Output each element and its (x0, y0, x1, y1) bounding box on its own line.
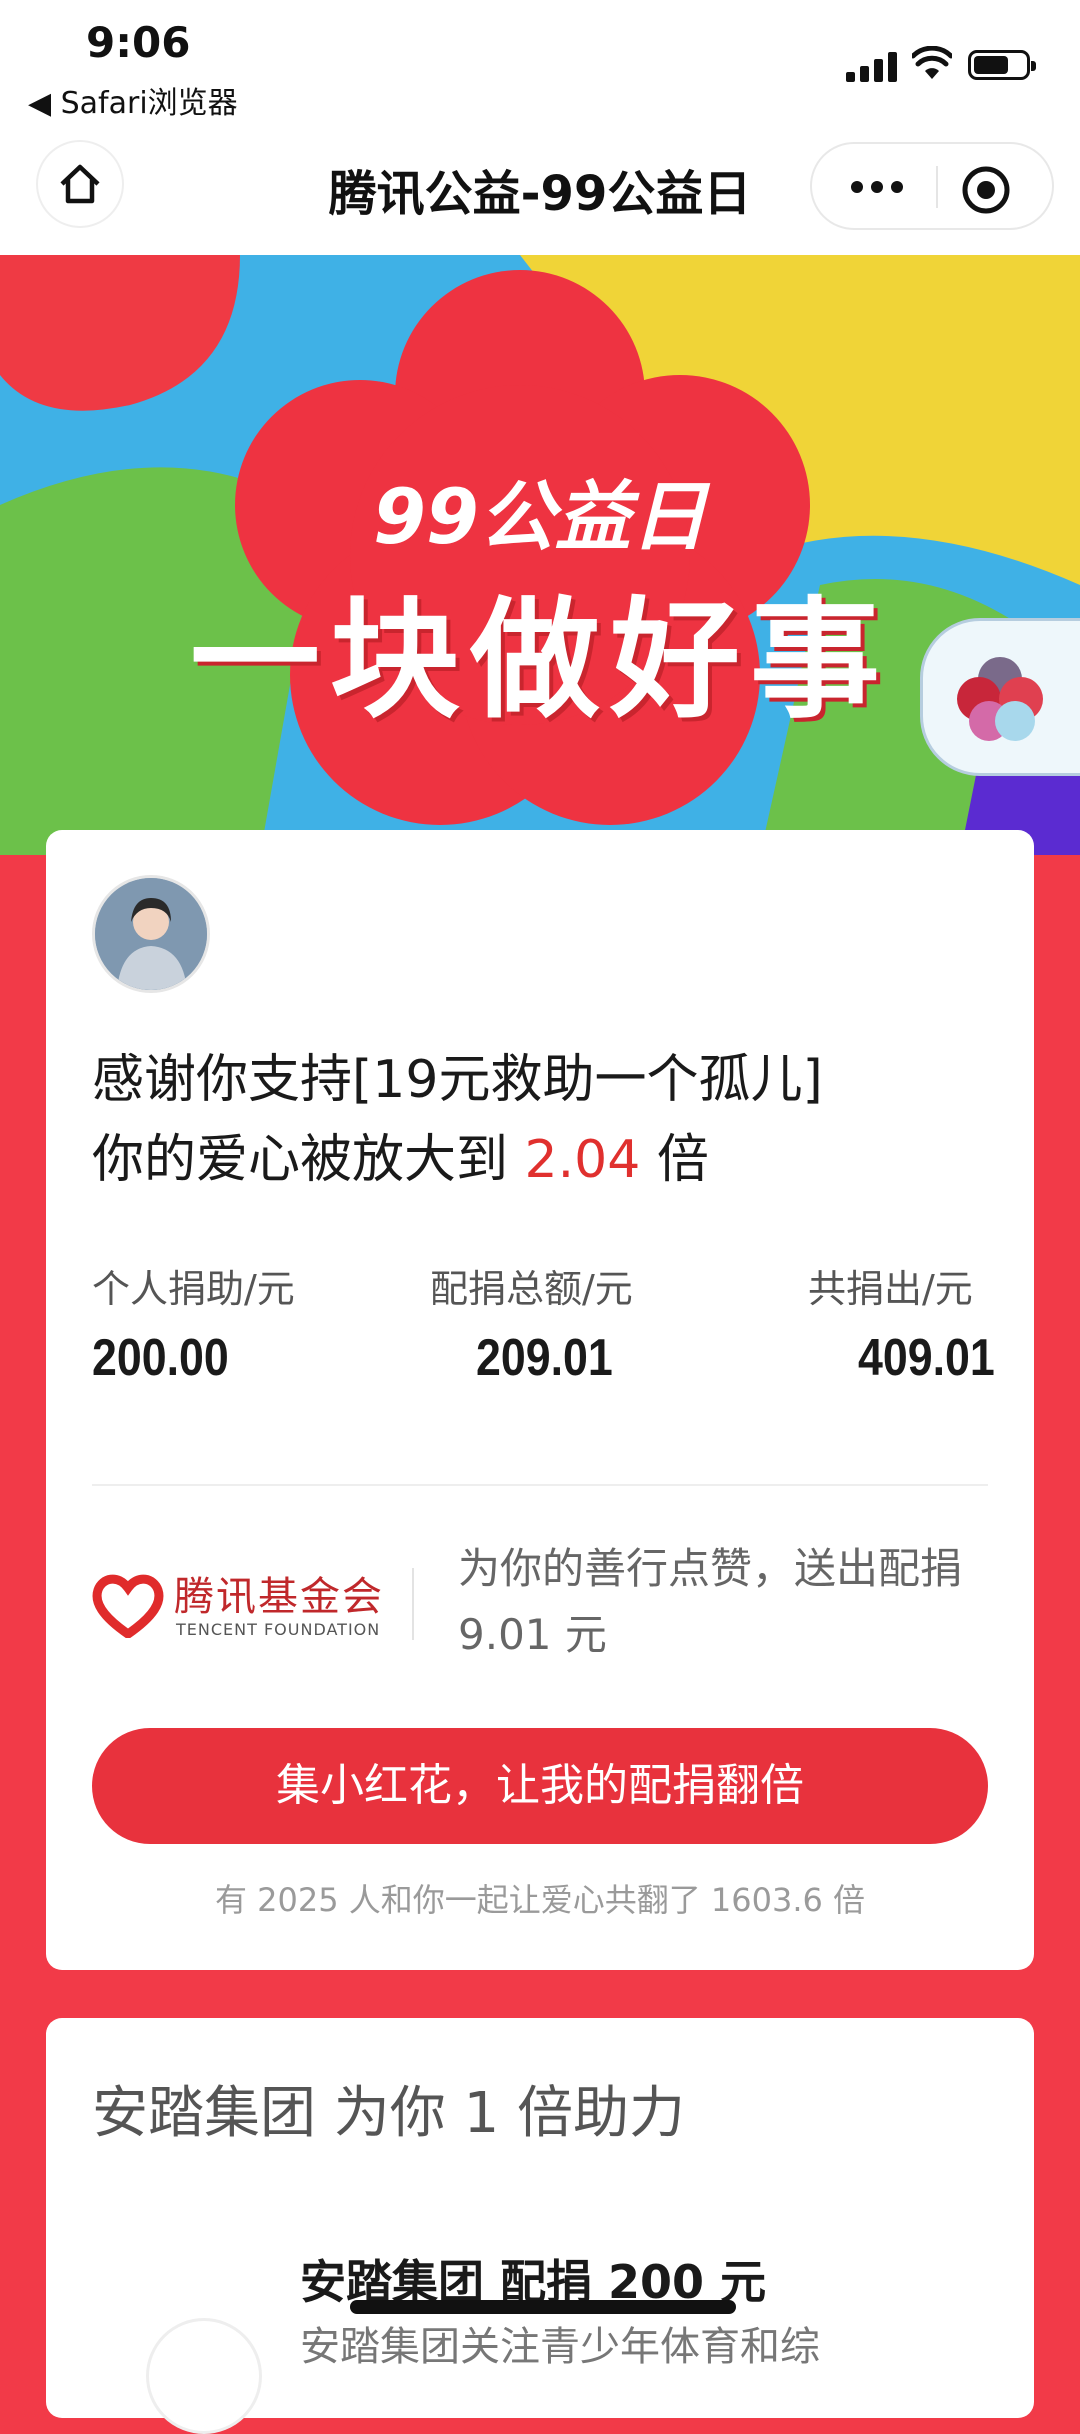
amplify-suffix: 倍 (656, 1130, 709, 1190)
navigation-bar: 腾讯公益-99公益日 (0, 130, 1080, 255)
stat-value-matched: 209.01 (476, 1329, 613, 1387)
event-banner: 99公益日 一块做好事 (0, 255, 1080, 855)
banner-subtitle: 99公益日 (373, 472, 707, 561)
foundation-name-en: TENCENT FOUNDATION (176, 1620, 381, 1639)
more-dot-icon (891, 181, 903, 193)
thanks-message: 感谢你支持[19元救助一个孤儿] 你的爱心被放大到 2.04 倍 (92, 1040, 992, 1200)
stat-label-personal: 个人捐助/元 (92, 1267, 295, 1311)
sponsor-card: 安踏集团 为你 1 倍助力 安踏集团 配捐 200 元 安踏集团关注青少年体育和… (46, 2018, 1034, 2434)
stat-value-personal: 200.00 (92, 1329, 229, 1387)
more-dot-icon (851, 181, 863, 193)
avatar (92, 875, 210, 993)
stat-value-total: 409.01 (858, 1329, 995, 1387)
thanks-line-1: 感谢你支持[19元救助一个孤儿] (92, 1050, 823, 1110)
sponsor-card-title: 安踏集团 为你 1 倍助力 (92, 2081, 686, 2146)
divider (92, 1484, 988, 1486)
more-dot-icon (871, 181, 883, 193)
heart-logo-icon (92, 1574, 164, 1638)
sponsor-logo (146, 2318, 262, 2434)
stat-label-total: 共捐出/元 (808, 1267, 973, 1311)
floating-flower-button[interactable] (920, 618, 1080, 776)
battery-icon (968, 50, 1036, 80)
person-avatar-image (95, 878, 207, 990)
banner-headline: 一块做好事 (189, 584, 890, 736)
multiplier-value: 2.04 (524, 1130, 641, 1190)
flower-icon (957, 657, 1043, 741)
status-bar: 9:06 ◀ Safari浏览器 (0, 0, 1080, 130)
foundation-name-cn: 腾讯基金会 (174, 1574, 384, 1620)
back-to-safari-link[interactable]: ◀ Safari浏览器 (28, 78, 238, 122)
thanks-line-2: 你的爱心被放大到 2.04 倍 (92, 1120, 992, 1200)
foundation-message: 为你的善行点赞，送出配捐 9.01 元 (458, 1544, 963, 1659)
donation-result-card: 感谢你支持[19元救助一个孤儿] 你的爱心被放大到 2.04 倍 个人捐助/元 … (46, 830, 1034, 1970)
sponsor-description: 安踏集团关注青少年体育和综 (300, 2324, 820, 2370)
participants-note: 有 2025 人和你一起让爱心共翻了 1603.6 倍 (214, 1881, 866, 1919)
clock: 9:06 (86, 18, 191, 67)
home-indicator[interactable] (350, 2300, 736, 2314)
collect-flowers-button[interactable]: 集小红花，让我的配捐翻倍 (92, 1728, 988, 1844)
close-mini-program-button[interactable] (958, 162, 1014, 218)
signal-icon (846, 50, 898, 82)
mini-program-capsule (810, 142, 1054, 230)
more-button[interactable] (842, 162, 912, 212)
vertical-divider (412, 1568, 414, 1640)
wifi-icon (912, 46, 952, 79)
stat-label-matched: 配捐总额/元 (430, 1267, 633, 1311)
amplify-prefix: 你的爱心被放大到 (92, 1130, 509, 1190)
foundation-logo: 腾讯基金会 TENCENT FOUNDATION (92, 1564, 422, 1654)
